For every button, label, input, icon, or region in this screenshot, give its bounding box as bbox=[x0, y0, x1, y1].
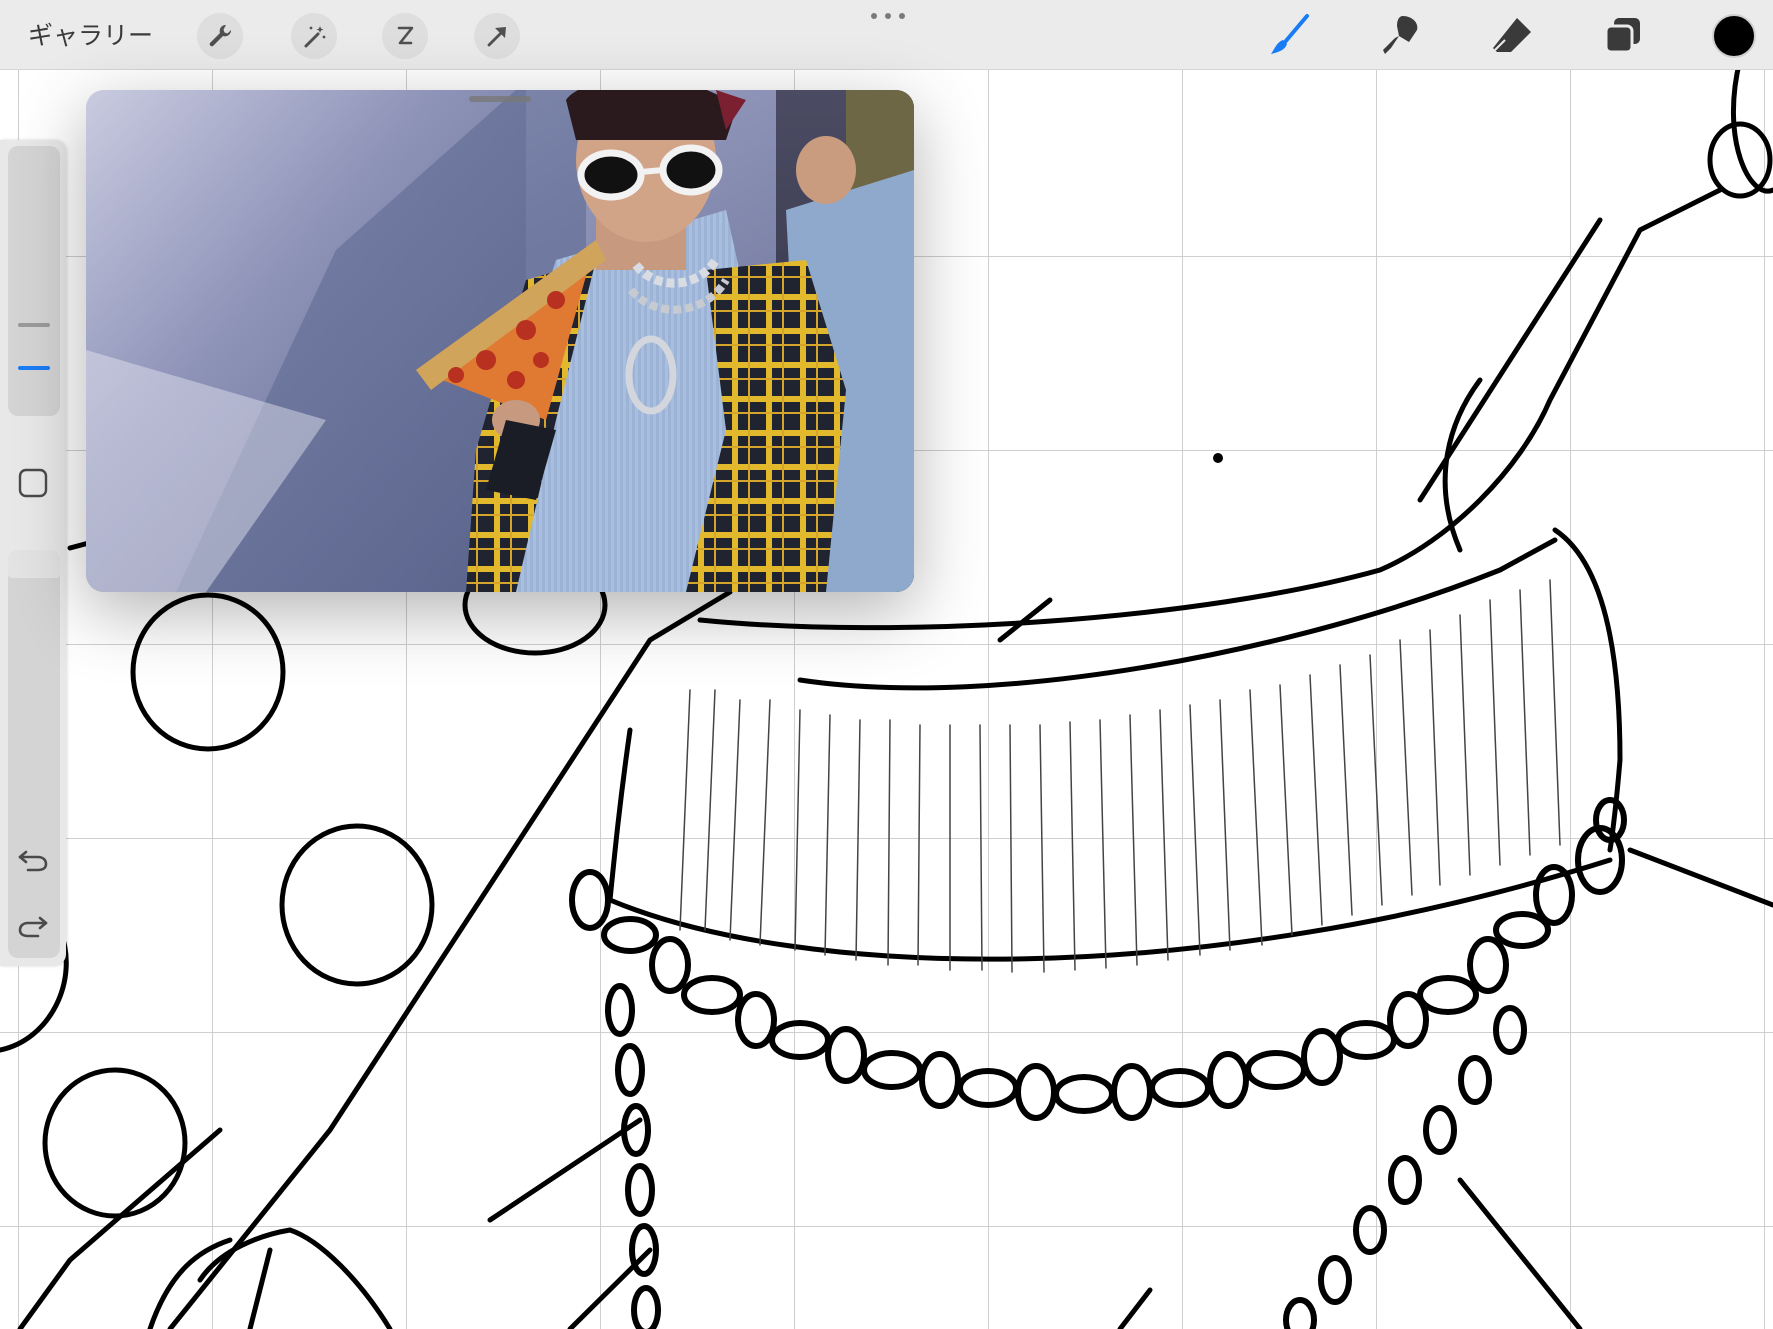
more-options-icon[interactable] bbox=[868, 8, 908, 24]
color-swatch[interactable] bbox=[1712, 14, 1756, 58]
magic-wand-icon bbox=[304, 26, 326, 48]
size-marker bbox=[18, 323, 50, 327]
brush-tool-button[interactable] bbox=[1265, 10, 1315, 60]
arrow-icon bbox=[487, 27, 506, 47]
redo-icon[interactable] bbox=[16, 908, 50, 942]
top-toolbar: ギャラリー bbox=[0, 0, 1773, 70]
adjustments-button[interactable] bbox=[291, 13, 337, 59]
selection-button[interactable] bbox=[382, 13, 428, 59]
eraser-icon bbox=[1493, 18, 1531, 52]
reference-window-grabber[interactable] bbox=[469, 96, 531, 102]
modify-button[interactable] bbox=[17, 467, 49, 499]
gallery-button[interactable]: ギャラリー bbox=[28, 18, 153, 54]
undo-icon[interactable] bbox=[16, 842, 50, 876]
brush-icon bbox=[1271, 14, 1309, 54]
left-sidebar bbox=[0, 140, 66, 966]
wrench-icon bbox=[209, 24, 232, 47]
size-slider-thumb[interactable] bbox=[18, 366, 50, 370]
smudge-tool-button[interactable] bbox=[1375, 10, 1425, 60]
selection-icon bbox=[397, 26, 414, 45]
reference-window[interactable] bbox=[86, 90, 914, 592]
eraser-tool-button[interactable] bbox=[1487, 10, 1537, 60]
smudge-icon bbox=[1383, 16, 1418, 54]
layers-icon bbox=[1604, 18, 1640, 54]
opacity-slider-thumb[interactable] bbox=[8, 550, 60, 578]
transform-button[interactable] bbox=[474, 13, 520, 59]
brush-size-slider[interactable] bbox=[8, 146, 60, 416]
layers-button[interactable] bbox=[1598, 10, 1648, 60]
actions-button[interactable] bbox=[197, 13, 243, 59]
opacity-slider[interactable] bbox=[8, 550, 60, 958]
reference-photo bbox=[86, 90, 914, 592]
